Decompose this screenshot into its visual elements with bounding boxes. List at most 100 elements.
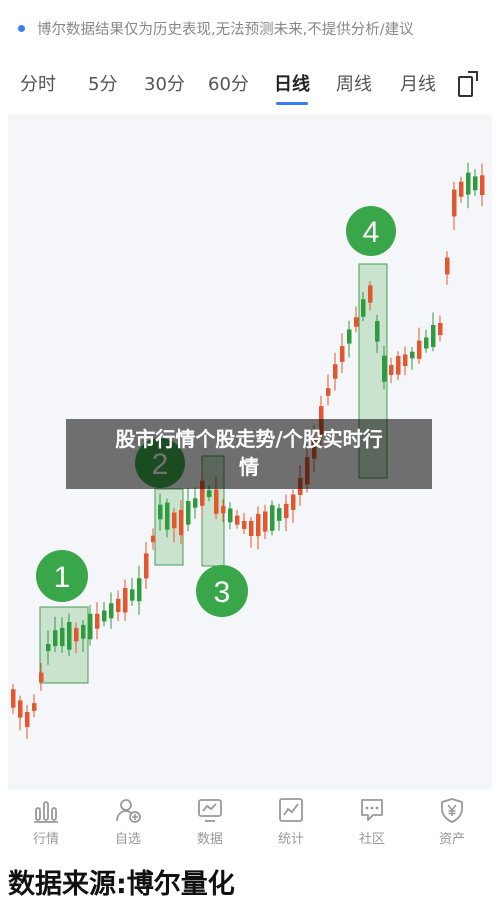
candle-body [340,346,345,362]
candle-body [179,510,184,536]
tab-30min[interactable]: 30分 [144,70,185,96]
candle-body [256,513,261,537]
candle-body [193,498,198,508]
candle-body [221,506,226,514]
candle-body [368,285,373,303]
monitor-chart-icon [198,799,222,822]
marker-label-1: 1 [54,561,71,594]
candle-body [277,508,282,521]
candle-body [445,257,450,275]
nav-label: 数据 [196,832,223,847]
candle-body [46,643,51,652]
candle-body [326,388,331,396]
nav-market[interactable]: 行情 [14,796,78,847]
data-source-caption: 数据来源:博尔量化 [8,869,235,900]
candle-body [109,603,114,619]
nav-label: 自选 [114,832,141,847]
period-tabs: 分时 5分 30分 60分 日线 周线 月线 [0,62,500,108]
disclaimer-bar: 博尔数据结果仅为历史表现,无法预测未来,不提供分析/建议 [0,0,500,56]
caption-line-1: 股市行情个股走势/个股实时行 [115,427,383,451]
candle-body [382,355,387,382]
candle-body [53,630,58,647]
candle-body [95,613,100,629]
candle-body [473,176,478,191]
candle-body [242,520,247,529]
candle-body [67,621,72,650]
candle-body [424,337,429,349]
tab-60min[interactable]: 60分 [208,70,249,96]
candle-body [361,299,366,317]
candle-body [39,672,44,682]
tab-intraday[interactable]: 分时 [20,70,56,96]
candle-body [403,354,408,367]
candle-body [18,700,23,718]
info-dot-icon [18,24,25,32]
candle-body [235,515,240,525]
candle-body [88,613,93,640]
candle-body [459,181,464,197]
candle-body [158,504,163,520]
candle-body [116,598,121,613]
candle-body [25,711,30,728]
candle-body [172,512,177,529]
candle-body [165,502,170,530]
line-chart-icon [279,798,303,822]
candle-body [130,589,135,601]
candle-body [417,340,422,359]
marker-label-4: 4 [363,216,380,249]
candle-body [102,610,107,622]
nav-label: 统计 [277,832,304,847]
caption-overlay: 股市行情个股走势/个股实时行 情 [66,419,432,489]
candle-body [263,511,268,532]
fullscreen-icon[interactable] [456,70,480,98]
candle-body [32,703,37,711]
bar-chart-icon [34,801,58,823]
nav-community[interactable]: 社区 [340,796,404,847]
nav-label: 资产 [438,832,465,847]
candle-body [186,501,191,525]
candle-body [214,489,219,514]
candle-body [151,535,156,543]
candle-body [480,175,485,196]
candle-body [81,624,86,639]
candle-body [431,324,436,348]
candle-body [228,508,233,523]
user-add-icon [116,799,141,823]
candle-body [137,578,142,602]
candle-body [375,321,380,342]
tab-monthly[interactable]: 月线 [400,70,436,96]
nav-data[interactable]: 数据 [178,796,242,847]
candle-body [144,553,149,579]
bottom-navigation: 行情 自选 数据 统计 社区 资产 [0,792,500,858]
candle-body [284,503,289,519]
candle-body [333,364,338,379]
candle-body [291,494,296,510]
candle-body [270,505,275,531]
nav-watchlist[interactable]: 自选 [96,796,160,847]
tab-weekly[interactable]: 周线 [336,70,372,96]
active-tab-underline [276,102,308,105]
candle-body [438,322,443,336]
chat-icon [361,799,383,821]
tab-5min[interactable]: 5分 [88,70,117,96]
tab-daily[interactable]: 日线 [274,70,310,105]
candle-body [60,627,65,647]
candle-body [207,490,212,498]
candle-body [354,317,359,327]
candle-body [249,520,254,537]
shield-yen-icon [441,798,463,823]
candle-body [347,329,352,344]
candle-body [396,356,401,375]
caption-line-2: 情 [239,455,259,479]
disclaimer-text: 博尔数据结果仅为历史表现,无法预测未来,不提供分析/建议 [37,21,414,38]
nav-label: 行情 [32,832,59,847]
candle-body [466,172,471,195]
nav-assets[interactable]: 资产 [420,796,484,847]
nav-stats[interactable]: 统计 [259,796,323,847]
candle-body [410,351,415,359]
marker-label-3: 3 [214,576,231,609]
candle-body [11,689,16,708]
candle-body [389,365,394,375]
nav-label: 社区 [358,832,385,847]
candle-body [452,189,457,217]
